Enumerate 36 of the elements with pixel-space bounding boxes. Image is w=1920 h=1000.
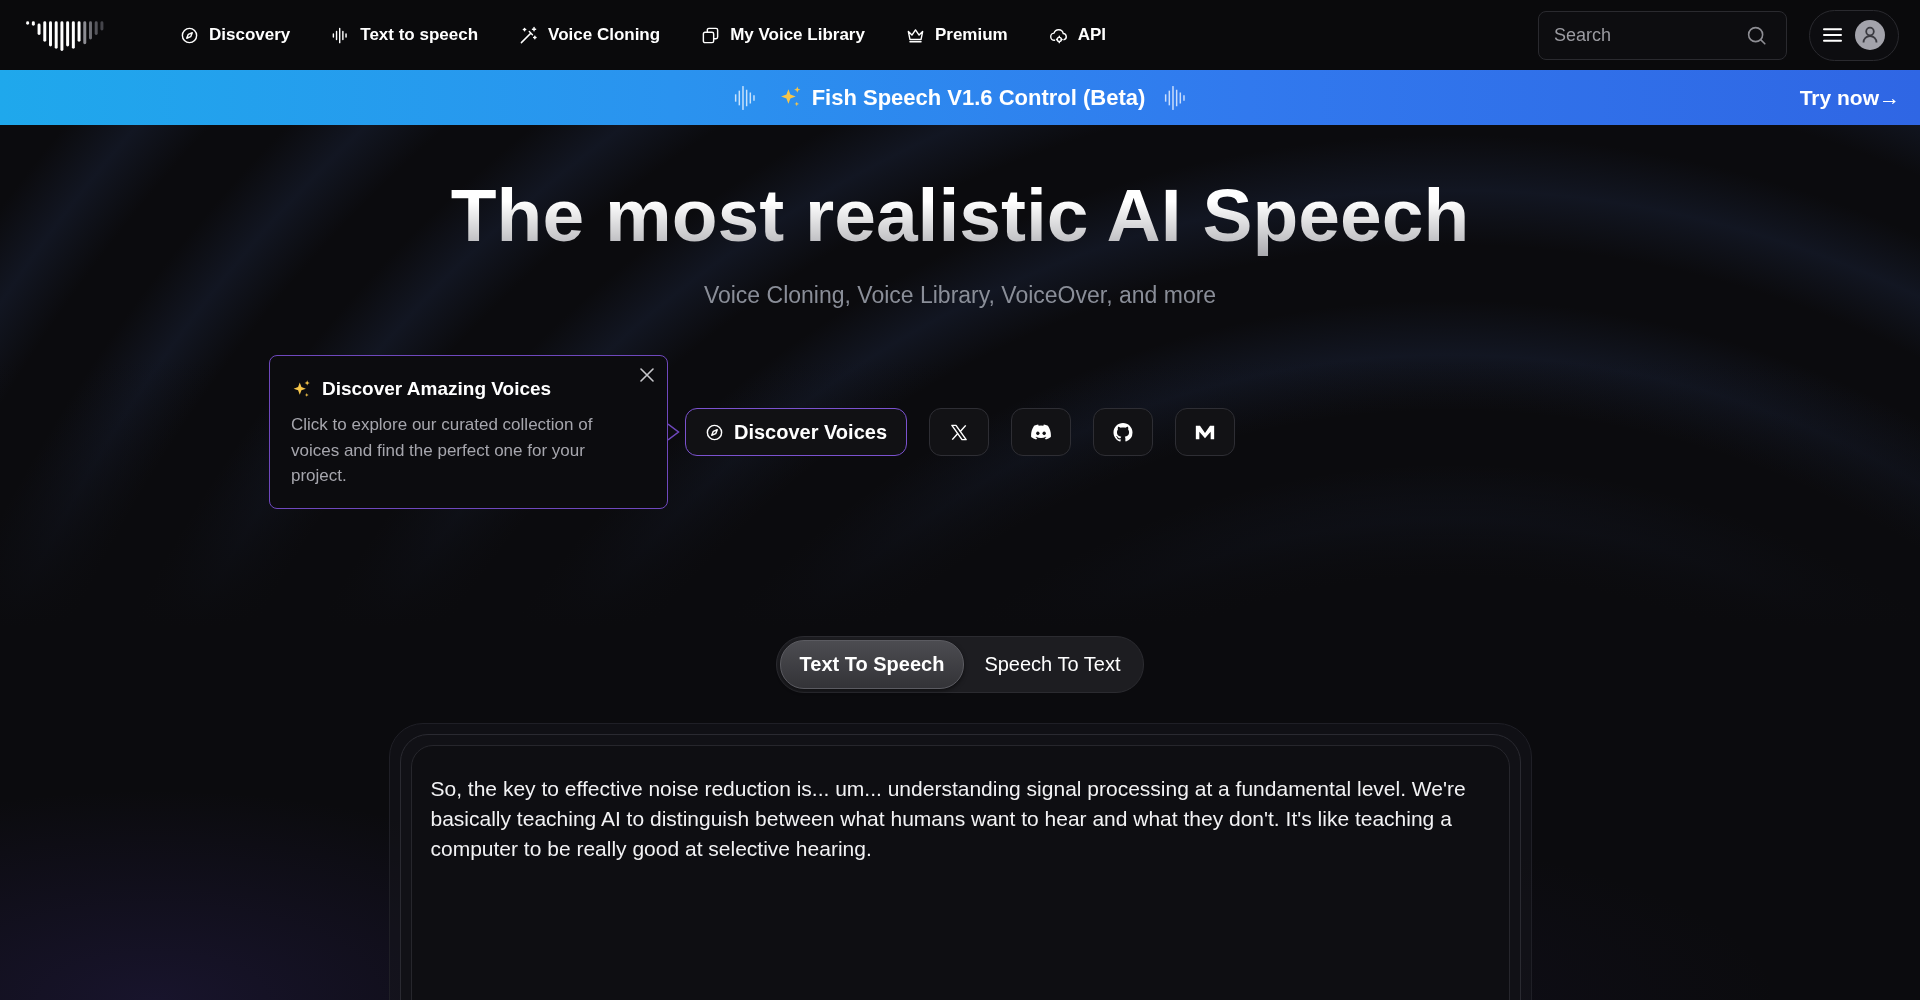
- x-logo-icon: [949, 422, 969, 442]
- m-link-button[interactable]: [1175, 408, 1235, 456]
- nav-link[interactable]: Premium: [905, 25, 1008, 45]
- nav-link[interactable]: Text to speech: [331, 25, 479, 45]
- mode-tab[interactable]: Speech To Text: [964, 640, 1141, 689]
- github-link-button[interactable]: [1093, 408, 1153, 456]
- sound-bars-logo[interactable]: [24, 19, 106, 51]
- tooltip-title: Discover Amazing Voices: [321, 378, 552, 400]
- waveform-icon: [733, 83, 756, 112]
- menu-icon: [1823, 27, 1842, 43]
- discord-logo-icon: [1031, 422, 1051, 442]
- waveform-icon: [1164, 83, 1187, 112]
- compass-icon: [704, 422, 724, 442]
- nav-link[interactable]: My Voice Library: [701, 25, 865, 45]
- avatar-icon: [1855, 20, 1885, 50]
- stacked-squares-icon: [701, 25, 721, 45]
- nav-link[interactable]: API: [1048, 25, 1107, 45]
- search-field[interactable]: Search: [1538, 10, 1787, 60]
- hero-subtitle: Voice Cloning, Voice Library, VoiceOver, and more: [703, 281, 1217, 310]
- search-icon: [1746, 24, 1767, 46]
- compass-icon: [180, 25, 199, 45]
- nav-link[interactable]: Discovery: [180, 25, 291, 45]
- nav-link[interactable]: Voice Cloning: [519, 25, 661, 45]
- mode-tab[interactable]: Text To Speech: [779, 640, 965, 689]
- announcement-title: Fish Speech V1.6 Control (Beta): [811, 84, 1146, 111]
- magic-wand-icon: [519, 25, 539, 45]
- tooltip-text: Click to explore our curated collection of voices and find the perfect one for your project.: [290, 414, 594, 487]
- close-button[interactable]: [638, 367, 655, 383]
- account-menu-button[interactable]: [1809, 9, 1899, 61]
- close-icon: [639, 368, 654, 382]
- github-logo-icon: [1113, 422, 1133, 442]
- discover-voices-button[interactable]: Discover Voices: [684, 408, 907, 456]
- text-input-field[interactable]: So, the key to effective noise reduction is... um... understanding signal processing at a fundamental level. We're basically teaching AI to distinguish between what humans want to hear and what they don't. It's like teaching a computer to be really good at selective hearing.: [410, 745, 1510, 1000]
- x-link-button[interactable]: [929, 408, 989, 456]
- try-now-link[interactable]: Try now→: [1799, 85, 1900, 110]
- discord-link-button[interactable]: [1011, 408, 1071, 456]
